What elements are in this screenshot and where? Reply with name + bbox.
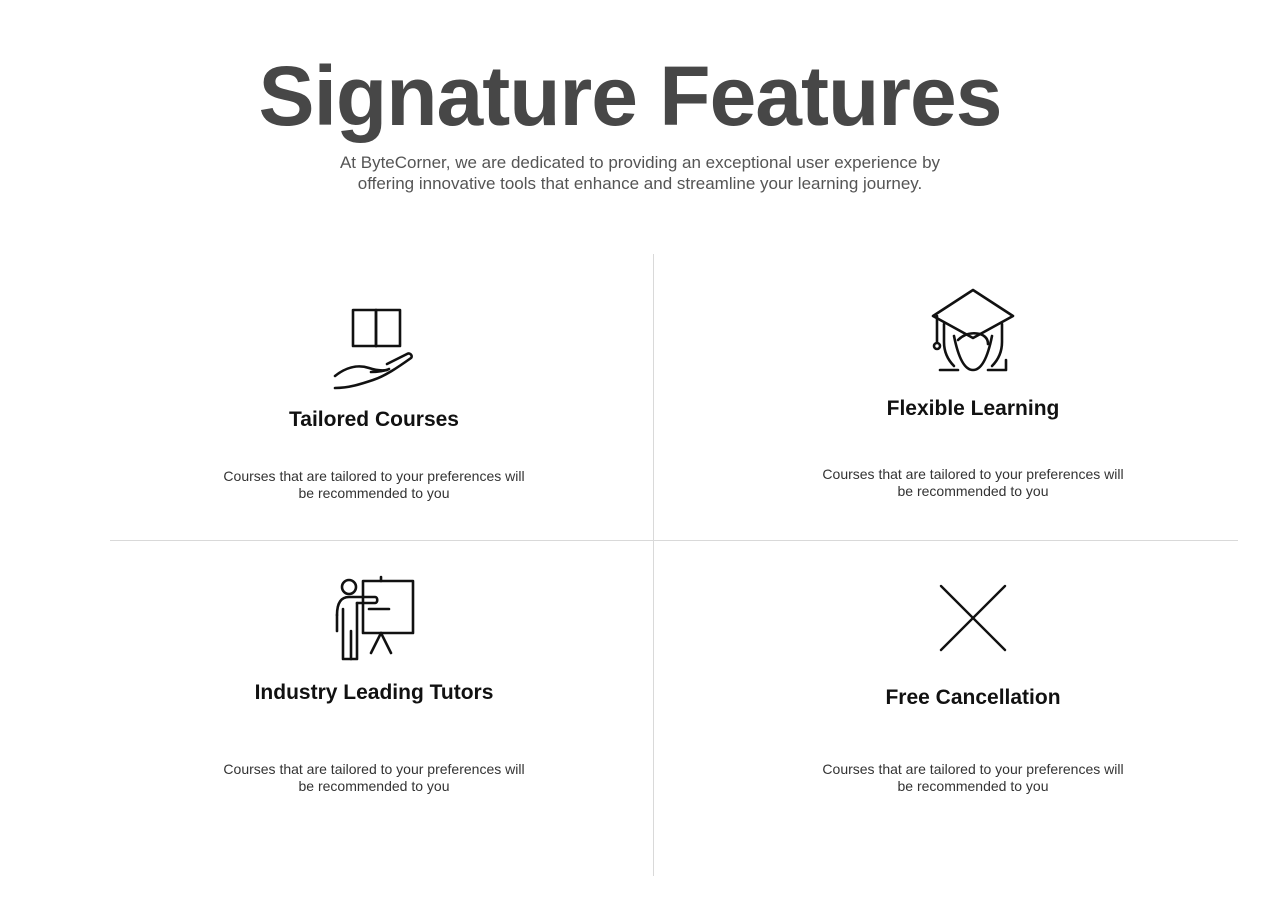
feature-title: Flexible Learning — [886, 397, 1060, 420]
feature-description: Courses that are tailored to your prefer… — [223, 761, 525, 794]
feature-title: Tailored Courses — [289, 408, 459, 431]
vertical-divider — [653, 254, 654, 876]
feature-description: Courses that are tailored to your prefer… — [822, 466, 1124, 499]
book-in-hand-icon — [174, 306, 574, 392]
teacher-board-icon — [174, 575, 574, 661]
feature-title: Free Cancellation — [885, 686, 1061, 709]
graduate-cap-icon — [773, 286, 1173, 374]
feature-title: Industry Leading Tutors — [254, 681, 494, 704]
page-title: Signature Features — [258, 49, 1003, 143]
feature-description: Courses that are tailored to your prefer… — [223, 468, 525, 501]
feature-description: Courses that are tailored to your prefer… — [822, 761, 1124, 794]
x-cross-icon — [773, 582, 1173, 654]
page-subtitle: At ByteCorner, we are dedicated to provi… — [339, 153, 941, 193]
horizontal-divider — [110, 540, 1238, 541]
